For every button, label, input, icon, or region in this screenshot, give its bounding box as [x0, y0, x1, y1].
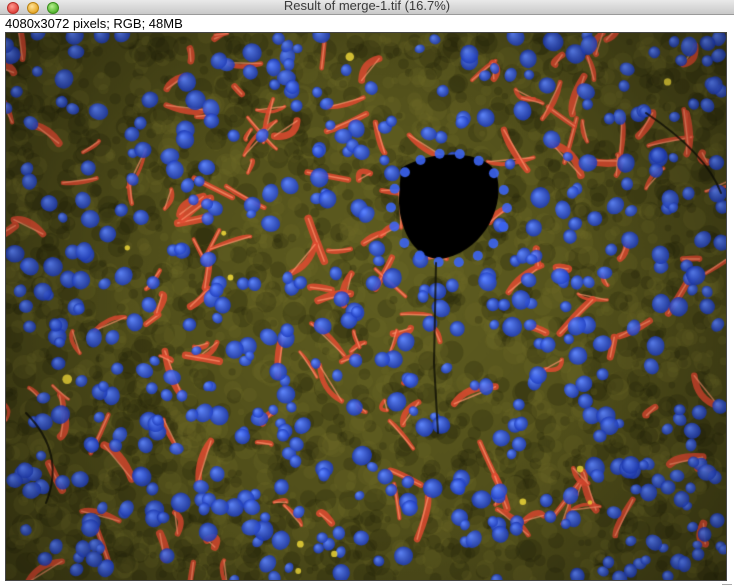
- image-canvas[interactable]: [5, 32, 727, 581]
- microscopy-image[interactable]: [6, 33, 726, 580]
- window-title: Result of merge-1.tif (16.7%): [283, 0, 451, 13]
- image-info: 4080x3072 pixels; RGB; 48MB: [5, 16, 183, 31]
- resize-handle[interactable]: [722, 578, 732, 585]
- image-window: Result of merge-1.tif (16.7%) 4080x3072 …: [0, 0, 734, 586]
- title-bar[interactable]: Result of merge-1.tif (16.7%): [0, 0, 734, 15]
